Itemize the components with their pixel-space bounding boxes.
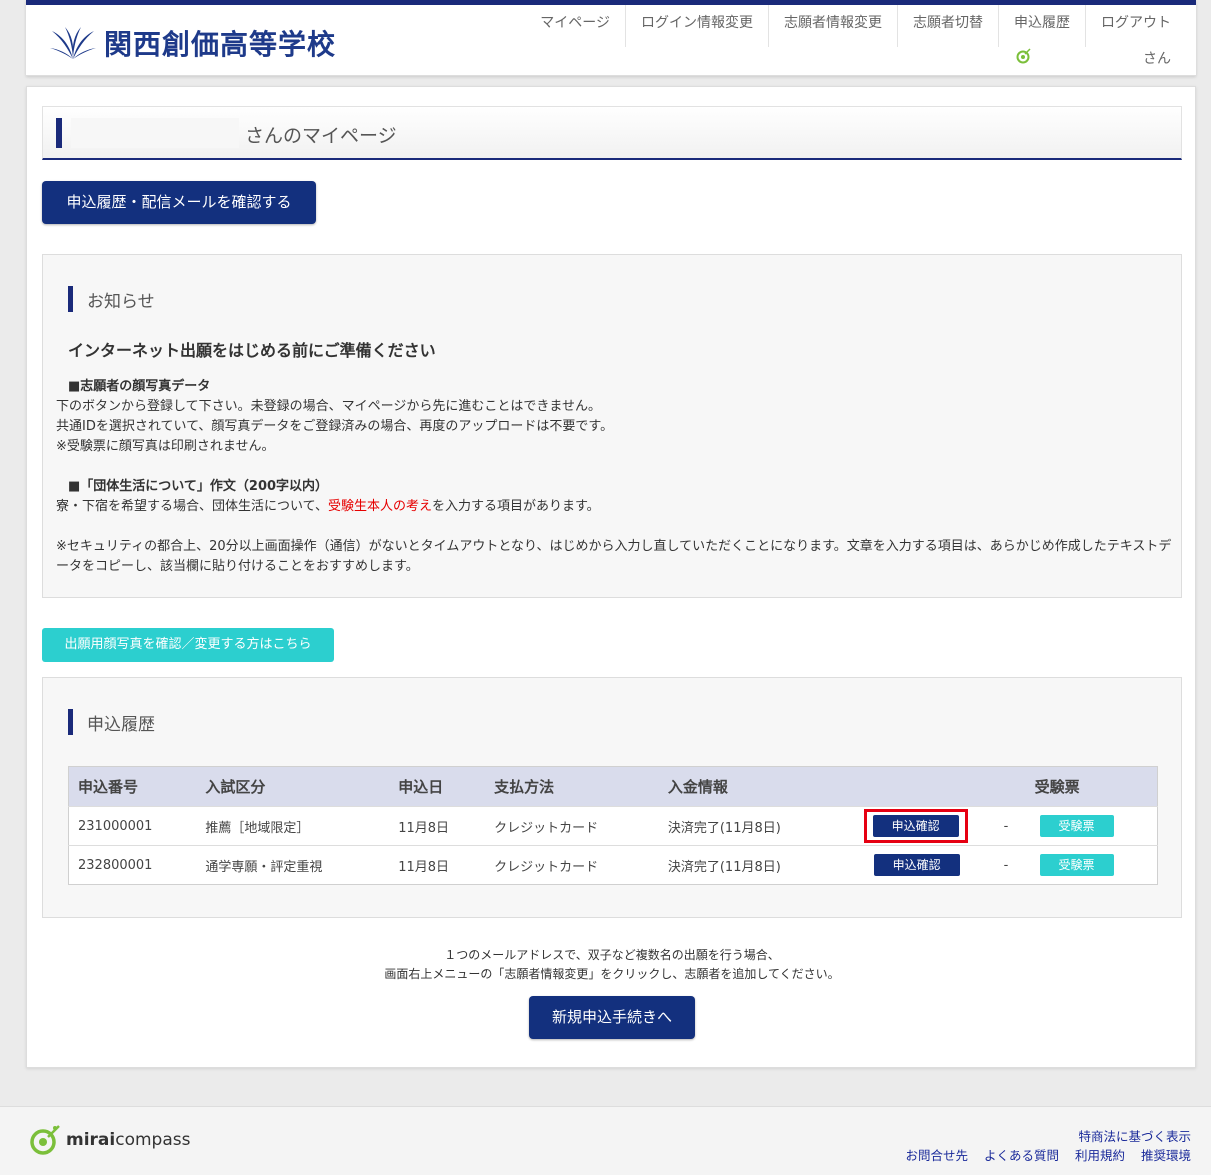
col-category: 入試区分 [205, 778, 266, 796]
school-emblem-icon [50, 27, 96, 59]
photo-line-3: ※受験票に顔写真は印刷されません。 [56, 439, 275, 454]
photo-change-button[interactable]: 出願用顔写真を確認／変更する方はこちら [42, 628, 334, 662]
confirm-button[interactable]: 申込確認 [872, 815, 959, 837]
page-title-text: さんのマイページ [245, 125, 397, 147]
col-payment: 支払方法 [494, 778, 555, 796]
nav-switch-applicant[interactable]: 志願者切替 [897, 5, 998, 47]
header-user-name: さん [1143, 51, 1171, 67]
notice-heading: お知らせ [68, 286, 155, 312]
title-accent-bar [56, 118, 62, 148]
col-action [865, 767, 995, 807]
page-title: さんのマイページ [42, 106, 1182, 160]
nav-history[interactable]: 申込履歴 [998, 5, 1085, 47]
site-header: 関西創価高等学校 マイページ ログイン情報変更 志願者情報変更 志願者切替 申込… [26, 0, 1196, 76]
site-footer: miraicompass 特商法に基づく表示 お問合せ先 よくある質問 利用規約… [0, 1106, 1211, 1175]
essay-heading: ■「団体生活について」作文（200字以内） [68, 479, 329, 494]
footer-link-env[interactable]: 推奨環境 [1141, 1148, 1191, 1163]
security-note: ※セキュリティの都合上、20分以上画面操作（通信）がないとタイムアウトとなり、は… [56, 539, 1172, 574]
footer-links: 特商法に基づく表示 お問合せ先 よくある質問 利用規約 推奨環境 [893, 1127, 1191, 1165]
nav-mypage[interactable]: マイページ [525, 5, 625, 47]
school-name: 関西創価高等学校 [104, 28, 337, 61]
col-number: 申込番号 [78, 778, 139, 796]
history-heading: 申込履歴 [68, 709, 155, 735]
highlight-box: 申込確認 [863, 809, 968, 843]
photo-line-2: 共通IDを選択されていて、顔写真データをご登録済みの場合、再度のアップロードは不… [56, 419, 614, 434]
footer-link-contact[interactable]: お問合せ先 [905, 1148, 968, 1163]
footer-link-faq[interactable]: よくある質問 [984, 1148, 1059, 1163]
table-row: 232800001 通学専願・評定重視 11月8日 クレジットカード 決済完了(… [68, 845, 1158, 885]
col-date: 申込日 [398, 778, 444, 796]
ticket-button[interactable]: 受験票 [1039, 815, 1114, 837]
header-nav: マイページ ログイン情報変更 志願者情報変更 志願者切替 申込履歴 ログアウト [525, 5, 1186, 47]
footer-link-tokushoho[interactable]: 特商法に基づく表示 [1078, 1129, 1191, 1144]
col-status: 入金情報 [667, 778, 728, 796]
history-section: 申込履歴 申込番号 入試区分 申込日 支払方法 入金情報 受験票 2310000… [42, 677, 1182, 918]
main-panel: さんのマイページ 申込履歴・配信メールを確認する お知らせ インターネット出願を… [26, 86, 1196, 1068]
multi-applicant-note: １つのメールアドレスで、双子など複数名の出願を行う場合、 画面右上メニューの「志… [384, 948, 840, 981]
miraicompass-icon [30, 1125, 60, 1155]
essay-line: 寮・下宿を希望する場合、団体生活について、受験生本人の考えを入力する項目がありま… [56, 499, 600, 514]
school-logo[interactable]: 関西創価高等学校 [48, 23, 336, 63]
user-name-redacted [71, 118, 239, 148]
miraicompass-small-icon [1015, 48, 1031, 68]
photo-line-1: 下のボタンから登録して下さい。未登録の場合、マイページから先に進むことはできませ… [56, 399, 601, 414]
table-header-row: 申込番号 入試区分 申込日 支払方法 入金情報 受験票 [68, 766, 1158, 807]
col-ticket: 受験票 [1034, 778, 1080, 796]
new-application-button[interactable]: 新規申込手続きへ [529, 996, 695, 1039]
photo-heading: ■志願者の顔写真データ [68, 379, 211, 394]
notice-section: お知らせ インターネット出願をはじめる前にご準備ください ■志願者の顔写真データ… [42, 254, 1182, 598]
miraicompass-logo[interactable]: miraicompass [28, 1123, 190, 1157]
nav-login-info[interactable]: ログイン情報変更 [625, 5, 768, 47]
confirm-button[interactable]: 申込確認 [873, 854, 960, 876]
nav-logout[interactable]: ログアウト [1085, 5, 1186, 47]
notice-title: インターネット出願をはじめる前にご準備ください [68, 341, 436, 360]
footer-link-terms[interactable]: 利用規約 [1075, 1148, 1125, 1163]
history-table: 申込番号 入試区分 申込日 支払方法 入金情報 受験票 231000001 推薦… [68, 766, 1158, 885]
table-row: 231000001 推薦［地域限定］ 11月8日 クレジットカード 決済完了(1… [68, 806, 1158, 846]
essay-highlight: 受験生本人の考え [327, 499, 432, 514]
nav-applicant-info[interactable]: 志願者情報変更 [768, 5, 897, 47]
ticket-button[interactable]: 受験票 [1039, 854, 1114, 876]
notice-body: インターネット出願をはじめる前にご準備ください ■志願者の顔写真データ 下のボタ… [56, 341, 1176, 577]
history-mail-button[interactable]: 申込履歴・配信メールを確認する [42, 181, 316, 224]
